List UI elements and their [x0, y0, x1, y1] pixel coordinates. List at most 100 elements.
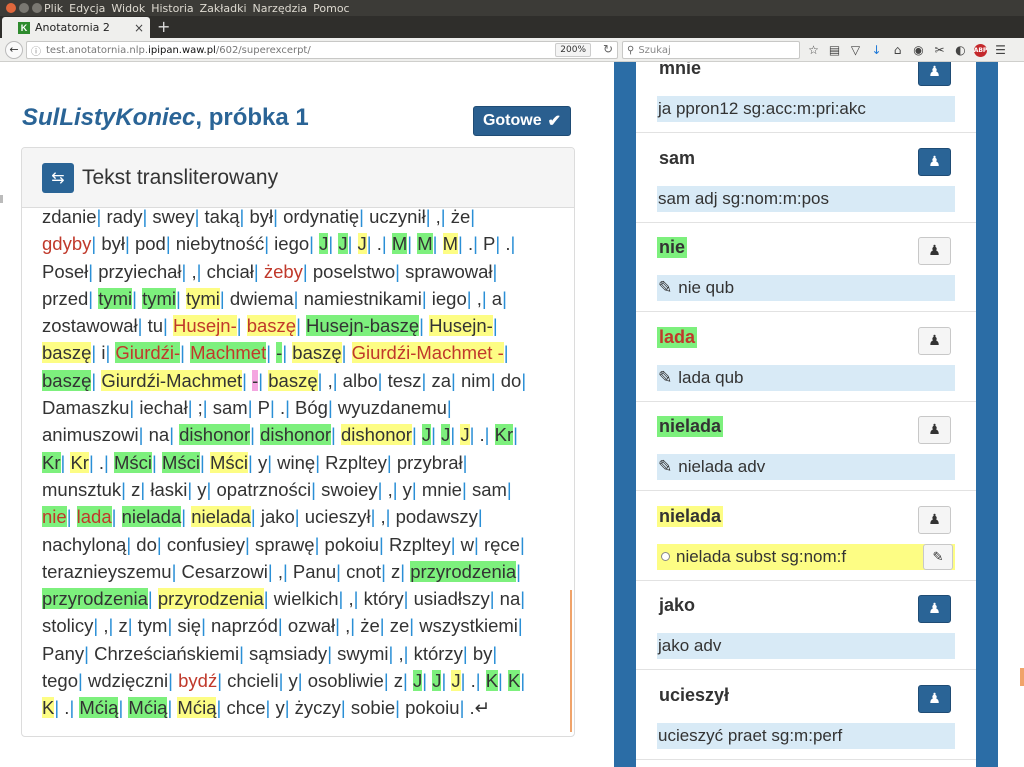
token[interactable]: łaski [150, 479, 187, 500]
token[interactable]: teraznieyszemu [42, 561, 172, 582]
token[interactable]: poselstwo [313, 261, 395, 282]
interpretation-row[interactable]: ✎ lada qub [657, 364, 955, 391]
token[interactable]: J [421, 424, 432, 446]
token[interactable]: wdzięczni [88, 670, 168, 691]
token[interactable]: nielada [121, 506, 182, 528]
token[interactable]: J [357, 233, 367, 255]
url-bar[interactable]: ⓘ test.anotatornia.nlp. ipipan.waw.pl/602… [26, 41, 618, 59]
token[interactable]: nim [461, 370, 491, 391]
token[interactable]: który [364, 588, 404, 609]
token[interactable]: Pany [42, 643, 84, 664]
menu-widok[interactable]: Widok [111, 2, 145, 15]
token[interactable]: tym [138, 615, 168, 636]
token[interactable]: pokoiu [405, 697, 460, 718]
token[interactable]: na [149, 424, 170, 445]
token[interactable]: naprzód [211, 615, 278, 636]
token[interactable]: munsztuk [42, 479, 121, 500]
token[interactable]: Rzpltey [389, 534, 451, 555]
menu-pomoc[interactable]: Pomoc [313, 2, 349, 15]
token[interactable]: y [403, 479, 412, 500]
zoom-level[interactable]: 200% [555, 43, 591, 57]
token[interactable]: Giurdźi- [115, 342, 181, 364]
token[interactable]: baszę [268, 369, 318, 391]
token[interactable]: Mści [161, 451, 201, 473]
token[interactable]: winę [277, 452, 315, 473]
token[interactable]: chce [226, 697, 265, 718]
token[interactable]: ozwał [288, 615, 335, 636]
token[interactable]: Cesarzowi [182, 561, 268, 582]
token[interactable]: Mści [209, 451, 248, 473]
token[interactable]: że [360, 615, 380, 636]
token[interactable]: Mćią [79, 697, 119, 719]
token[interactable]: do [136, 534, 157, 555]
token[interactable]: nie [42, 506, 67, 528]
token[interactable]: Giurdźi-Machmet [101, 369, 243, 391]
token[interactable]: J [441, 424, 451, 446]
new-tab-button[interactable]: + [157, 17, 170, 37]
chess-pawn-icon[interactable]: ♟ [918, 505, 951, 534]
token[interactable]: y [275, 697, 284, 718]
token[interactable]: iego [274, 233, 309, 254]
back-arrow-icon[interactable]: ← [5, 40, 23, 59]
home-icon[interactable]: ⌂ [890, 43, 905, 57]
token[interactable]: ordynatię [283, 208, 359, 227]
token[interactable]: przybrał [397, 452, 463, 473]
token[interactable]: .↵ [470, 697, 491, 718]
token[interactable]: ze [390, 615, 410, 636]
token[interactable]: P [258, 397, 270, 418]
token[interactable]: z [391, 561, 400, 582]
token[interactable]: sprawował [405, 261, 492, 282]
chess-pawn-icon[interactable]: ♟ [918, 326, 951, 355]
token[interactable]: wyuzdanemu [338, 397, 447, 418]
token[interactable]: żeby [264, 261, 303, 282]
menu-edycja[interactable]: Edycja [69, 2, 105, 15]
reload-icon[interactable]: ↻ [603, 42, 613, 56]
token[interactable]: Husejn- [429, 315, 493, 337]
token[interactable]: ręce [484, 534, 520, 555]
token[interactable]: J [460, 424, 470, 446]
text-area[interactable]: zdanie | rady | swey | taką | był | ordynatię… [22, 208, 574, 736]
token[interactable]: Husejn-baszę [306, 315, 420, 337]
token[interactable]: a [492, 288, 502, 309]
token[interactable]: gdyby [42, 233, 91, 254]
token[interactable]: przyrodzenia [157, 588, 264, 610]
token[interactable]: K [42, 697, 55, 719]
token[interactable]: nachyloną [42, 534, 126, 555]
token[interactable]: tesz [388, 370, 422, 391]
chess-pawn-icon[interactable]: ♟ [918, 416, 951, 444]
token[interactable]: baszę [42, 342, 92, 364]
token[interactable]: swey [152, 208, 194, 227]
pencil-icon[interactable]: ✎ [923, 543, 953, 570]
chess-pawn-icon[interactable]: ♟ [918, 684, 951, 713]
interpretation-row[interactable]: nielada subst sg:nom:f ✎ [657, 543, 955, 570]
interpretation-row[interactable]: ucieszyć praet sg:m:perf [657, 722, 955, 749]
token[interactable]: Giurdźi-Machmet - [351, 342, 504, 364]
token[interactable]: dwiema [230, 288, 294, 309]
token[interactable]: tymi [98, 287, 133, 309]
token[interactable]: za [432, 370, 452, 391]
token[interactable]: M [417, 233, 433, 255]
download-icon[interactable]: ↓ [869, 43, 884, 57]
token[interactable]: podawszy [396, 506, 478, 527]
token[interactable]: nielada [191, 506, 251, 528]
menu-narzedzia[interactable]: Narzędzia [253, 2, 308, 15]
token[interactable]: chciał [207, 261, 254, 282]
token[interactable]: chcieli [227, 670, 278, 691]
token[interactable]: bydź [178, 670, 217, 691]
search-input[interactable]: ⚲ Szukaj [622, 41, 800, 59]
chess-pawn-icon[interactable]: ♟ [918, 147, 951, 176]
token[interactable]: Poseł [42, 261, 88, 282]
interpretation-row[interactable]: ✎ nie qub [657, 275, 955, 301]
token[interactable]: iego [432, 288, 467, 309]
radio-button[interactable] [661, 552, 670, 561]
token[interactable]: był [249, 208, 273, 227]
token[interactable]: Husejn- [172, 315, 237, 337]
token[interactable]: swymi [337, 643, 388, 664]
window-minimize-icon[interactable] [19, 3, 29, 13]
token[interactable]: sam [213, 397, 248, 418]
token[interactable]: Kr [42, 451, 61, 473]
menu-zakladki[interactable]: Zakładki [200, 2, 247, 15]
token[interactable]: J [413, 670, 423, 692]
token[interactable]: niebytność [176, 233, 264, 254]
token[interactable]: uczynił [369, 208, 426, 227]
